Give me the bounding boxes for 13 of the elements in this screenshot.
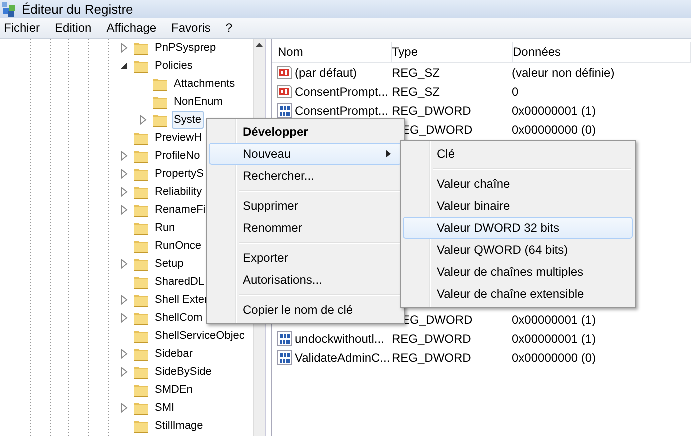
value-data: 0x00000001 (1) — [512, 332, 598, 346]
value-type: REG_DWORD — [392, 350, 472, 364]
value-data: 0x00000000 (0) — [512, 350, 598, 364]
value-data: 0x00000001 (1) — [512, 312, 598, 326]
value-type: REG_SZ — [392, 66, 442, 80]
value-data: 0x00000001 (1) — [512, 104, 598, 118]
value-type: REG_DWORD — [392, 332, 472, 346]
value-data: 0x00000000 (0) — [512, 122, 598, 136]
window-title: Éditeur du Registre — [22, 2, 134, 16]
value-type: REG_SZ — [392, 84, 442, 98]
value-data: (valeur non définie) — [512, 66, 616, 80]
value-type: REG_DWORD — [392, 104, 472, 118]
value-data: 0 — [512, 84, 520, 98]
